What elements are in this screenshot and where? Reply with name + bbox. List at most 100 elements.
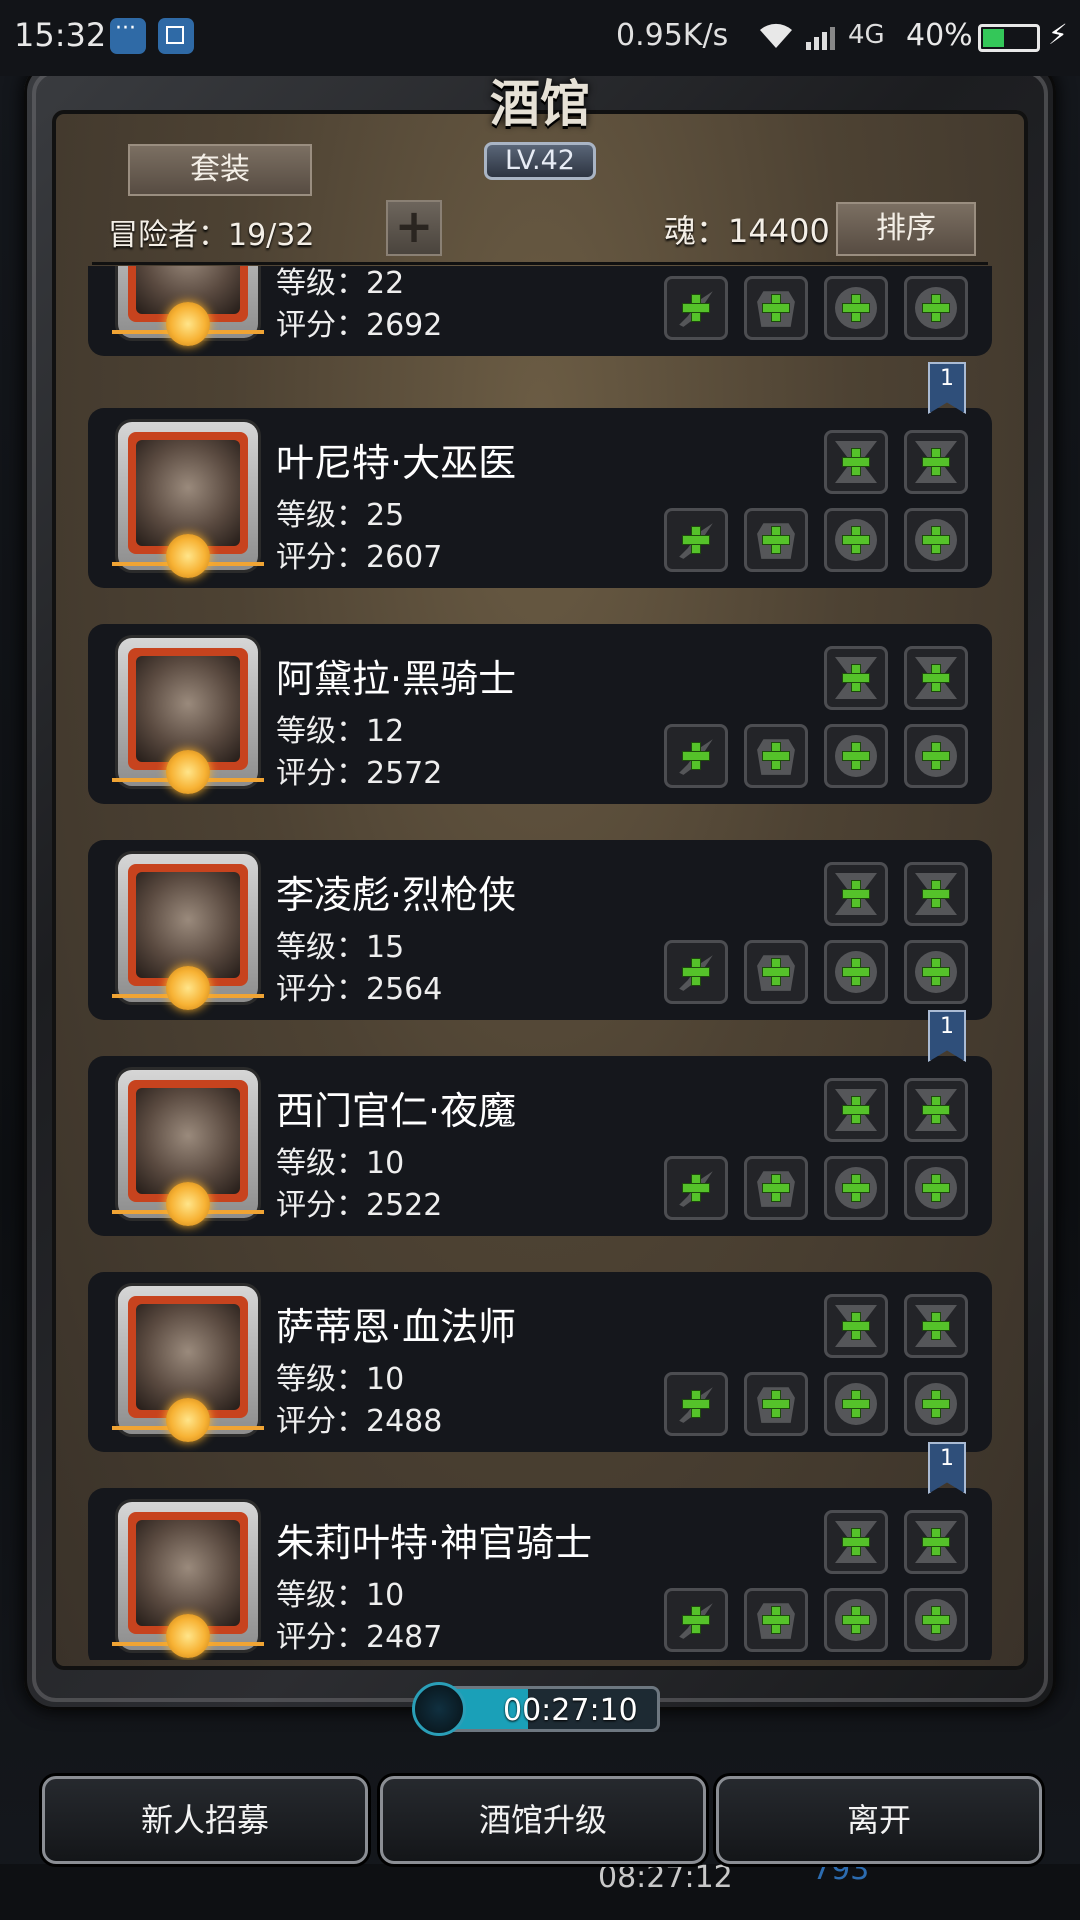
hero-card[interactable]: 西门官仁·夜魔 等级：10 评分：2522 <box>88 1056 992 1236</box>
accessory-slot[interactable] <box>904 1588 968 1652</box>
armor-slot[interactable] <box>744 1588 808 1652</box>
hero-card[interactable]: 阿黛拉·黑骑士 等级：12 评分：2572 <box>88 624 992 804</box>
weapon-slot[interactable] <box>664 1588 728 1652</box>
accessory-slot[interactable] <box>904 940 968 1004</box>
hero-portrait[interactable] <box>112 422 264 578</box>
hero-portrait[interactable] <box>112 638 264 794</box>
plus-icon <box>762 742 790 770</box>
screenshot-notification-icon <box>158 18 194 54</box>
hero-card[interactable]: 叶尼特·大巫医 等级：25 评分：2607 <box>88 408 992 588</box>
leave-button[interactable]: 离开 <box>716 1776 1042 1864</box>
ring-slot[interactable] <box>824 1156 888 1220</box>
hero-level: 等级：10 <box>276 1362 405 1397</box>
weapon-slot[interactable] <box>664 1372 728 1436</box>
weapon-slot[interactable] <box>664 508 728 572</box>
plus-icon <box>762 526 790 554</box>
hero-portrait[interactable] <box>112 1286 264 1442</box>
plus-icon <box>842 526 870 554</box>
plus-icon <box>922 880 950 908</box>
weapon-slot[interactable] <box>664 1156 728 1220</box>
rune-slot[interactable] <box>904 1078 968 1142</box>
hero-name: 叶尼特·大巫医 <box>276 441 517 485</box>
accessory-slot[interactable] <box>904 724 968 788</box>
charging-icon: ⚡ <box>1048 18 1068 51</box>
plus-icon <box>762 958 790 986</box>
plus-icon <box>842 880 870 908</box>
ring-slot[interactable] <box>824 724 888 788</box>
ring-slot[interactable] <box>824 940 888 1004</box>
hero-card[interactable]: 等级：22 评分：2692 <box>88 266 992 356</box>
armor-slot[interactable] <box>744 276 808 340</box>
hero-card[interactable]: 李凌彪·烈枪侠 等级：15 评分：2564 <box>88 840 992 1020</box>
rune-slot[interactable] <box>824 1294 888 1358</box>
plus-icon <box>682 1390 710 1418</box>
add-capacity-button[interactable]: + <box>386 200 442 256</box>
moon-icon <box>166 1398 210 1442</box>
plus-icon <box>682 526 710 554</box>
hero-score: 评分：2572 <box>276 756 443 791</box>
plus-icon <box>762 1174 790 1202</box>
hero-name: 西门官仁·夜魔 <box>276 1089 517 1133</box>
bottom-background-strip <box>0 1864 1080 1920</box>
ring-slot[interactable] <box>824 1588 888 1652</box>
hero-portrait[interactable] <box>112 1502 264 1658</box>
hero-name: 李凌彪·烈枪侠 <box>276 873 517 917</box>
accessory-slot[interactable] <box>904 276 968 340</box>
sort-button[interactable]: 排序 <box>836 202 976 256</box>
upgrade-tavern-button[interactable]: 酒馆升级 <box>380 1776 706 1864</box>
hero-card[interactable]: 萨蒂恩·血法师 等级：10 评分：2488 <box>88 1272 992 1452</box>
rune-slot[interactable] <box>824 1510 888 1574</box>
rune-slot[interactable] <box>904 862 968 926</box>
armor-slot[interactable] <box>744 1372 808 1436</box>
hero-score: 评分：2522 <box>276 1188 443 1223</box>
hero-name: 朱莉叶特·神官骑士 <box>276 1521 593 1565</box>
hero-level: 等级：22 <box>276 266 405 301</box>
rune-slot[interactable] <box>904 1510 968 1574</box>
rune-slot[interactable] <box>904 430 968 494</box>
plus-icon <box>682 294 710 322</box>
armor-slot[interactable] <box>744 940 808 1004</box>
suit-button[interactable]: 套装 <box>128 144 312 196</box>
hero-portrait[interactable] <box>112 1070 264 1226</box>
moon-icon <box>166 1182 210 1226</box>
plus-icon <box>922 1390 950 1418</box>
armor-slot[interactable] <box>744 508 808 572</box>
plus-icon <box>922 664 950 692</box>
plus-icon <box>842 1096 870 1124</box>
plus-icon <box>842 1312 870 1340</box>
armor-slot[interactable] <box>744 1156 808 1220</box>
recruit-button[interactable]: 新人招募 <box>42 1776 368 1864</box>
accessory-slot[interactable] <box>904 1372 968 1436</box>
signal-icon <box>806 27 835 50</box>
ring-slot[interactable] <box>824 276 888 340</box>
moon-icon <box>166 750 210 794</box>
hero-name: 阿黛拉·黑骑士 <box>276 657 517 701</box>
moon-icon <box>166 302 210 346</box>
ring-slot[interactable] <box>824 1372 888 1436</box>
weapon-slot[interactable] <box>664 940 728 1004</box>
moon-icon <box>166 534 210 578</box>
accessory-slot[interactable] <box>904 508 968 572</box>
plus-icon <box>922 526 950 554</box>
rune-slot[interactable] <box>904 1294 968 1358</box>
rune-slot[interactable] <box>824 862 888 926</box>
accessory-slot[interactable] <box>904 1156 968 1220</box>
rune-slot[interactable] <box>904 646 968 710</box>
plus-icon <box>682 1606 710 1634</box>
hero-card[interactable]: 朱莉叶特·神官骑士 等级：10 评分：2487 <box>88 1488 992 1660</box>
hero-portrait[interactable] <box>112 266 264 346</box>
plus-icon <box>842 448 870 476</box>
plus-icon <box>922 1174 950 1202</box>
armor-slot[interactable] <box>744 724 808 788</box>
rune-slot[interactable] <box>824 646 888 710</box>
status-time: 15:32 <box>14 16 107 54</box>
ring-slot[interactable] <box>824 508 888 572</box>
new-badge-bookmark: 1 <box>928 362 966 414</box>
weapon-slot[interactable] <box>664 724 728 788</box>
plus-icon <box>922 1528 950 1556</box>
weapon-slot[interactable] <box>664 276 728 340</box>
rune-slot[interactable] <box>824 430 888 494</box>
rune-slot[interactable] <box>824 1078 888 1142</box>
hero-portrait[interactable] <box>112 854 264 1010</box>
hero-list[interactable]: 等级：22 评分：2692 叶尼特·大巫医 等级：25 评分：2607 1 阿黛拉·黑骑士等… <box>86 266 994 1660</box>
